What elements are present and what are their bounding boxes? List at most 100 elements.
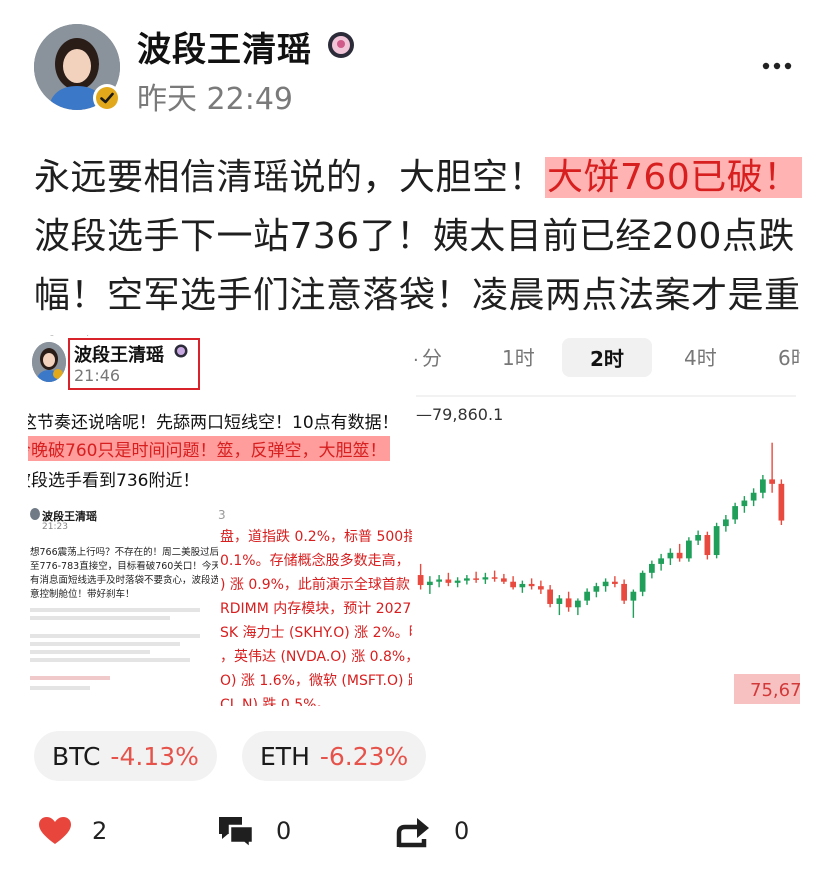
nested-faint-line — [30, 608, 200, 612]
like-button[interactable]: 2 — [38, 808, 107, 854]
news-line: O) 涨 1.6%，微软 (MSFT.O) 跌 0 — [220, 673, 412, 689]
share-icon — [396, 818, 429, 848]
verified-badge-icon — [92, 83, 122, 113]
comment-count: 0 — [276, 817, 292, 845]
nested-line-3: 有消息面短线选手及时落袋不要贪心，波段选 — [30, 575, 221, 586]
candle-body — [741, 500, 748, 507]
nested-faint-line — [30, 642, 180, 646]
post-text-highlight: 大饼760已破！ — [545, 157, 802, 198]
candle-body — [704, 535, 711, 556]
embedded-line-1: 这节奏还说啥呢！先舔两口短线空！10点有数据！ — [28, 413, 399, 433]
candle-body — [713, 526, 720, 556]
heart-icon — [39, 817, 71, 844]
nested-line-2: 至776-783直接空，目标看破760关口！今天 — [30, 561, 221, 572]
embedded-line-3: 波段选手看到736附近！ — [28, 471, 200, 491]
nested-screenshot: 波段王清瑶 21:23 想766震荡上行吗？不存在的！周二美股过后 至776-7… — [28, 500, 221, 700]
nested-faint-line — [30, 650, 150, 654]
candle-body — [676, 552, 683, 559]
price-chart-screenshot: · 分 1时 2时 4时 6时 —79,860.175,67 — [412, 336, 800, 706]
candle-body — [491, 577, 498, 579]
candle-body — [584, 591, 590, 601]
ticker-chip-eth[interactable]: ETH -6.23% — [242, 731, 427, 781]
embedded-avatar — [32, 342, 66, 382]
candle-body — [445, 579, 452, 583]
candle-body — [760, 479, 766, 493]
candle-body — [658, 558, 664, 564]
news-line: 盘，道指跌 0.2%，标普 500指 — [220, 529, 412, 545]
chart-high-label: —79,860.1 — [416, 405, 503, 424]
candle-body — [750, 492, 757, 501]
candle-body — [547, 589, 553, 604]
more-options-icon[interactable] — [757, 52, 797, 80]
nested-avatar-icon — [30, 508, 40, 520]
candle-body — [602, 581, 609, 587]
candle-body — [473, 578, 479, 580]
candle-body — [528, 583, 535, 587]
news-line: ) 涨 0.9%，此前演示全球首款 5 — [220, 577, 412, 593]
news-snippet: 3 盘，道指跌 0.2%，标普 500指 0.1%。存储概念股多数走高， ) 涨… — [218, 504, 412, 706]
candle-body — [565, 598, 572, 608]
nested-time: 21:23 — [42, 522, 68, 532]
candle-body — [427, 581, 433, 586]
share-button[interactable]: 0 — [394, 808, 469, 854]
candle-body — [593, 586, 600, 592]
candle-body — [649, 563, 655, 573]
embedded-time: 21:46 — [74, 366, 121, 385]
author-name[interactable]: 波段王清瑶 — [137, 22, 312, 71]
news-line: SK 海力士 (SKHY.O) 涨 2%。明 — [220, 625, 412, 641]
embedded-screenshot: 波段王清瑶 21:46 这节奏还说啥呢！先舔两口短线空！10点有数据！ 今晚破7… — [28, 336, 412, 706]
share-count: 0 — [454, 817, 470, 845]
candle-body — [732, 506, 738, 520]
comment-icon — [219, 817, 255, 849]
like-count: 2 — [92, 817, 108, 845]
nested-faint-line — [30, 616, 170, 620]
embedded-line-2: 今晚破760只是时间问题！筮，反弹空，大胆筮！ — [28, 436, 391, 461]
news-line: ，英伟达 (NVDA.O) 涨 0.8%，英 — [220, 649, 412, 665]
candle-body — [667, 552, 674, 559]
candle-body — [538, 586, 544, 590]
author-badge-icon — [326, 30, 356, 60]
candle-body — [556, 598, 563, 604]
post-image[interactable]: 波段王清瑶 21:46 这节奏还说啥呢！先舔两口短线空！10点有数据！ 今晚破7… — [28, 336, 800, 706]
news-line: RDIMM 内存模块，预计 2027 年 — [220, 601, 412, 617]
nested-line-1: 想766震荡上行吗？不存在的！周二美股过后 — [30, 547, 220, 558]
ticker-change: -6.23% — [319, 741, 409, 771]
ticker-symbol: ETH — [260, 741, 310, 771]
candle-body — [436, 579, 442, 582]
candle-body — [778, 483, 785, 521]
nested-faint-line — [30, 676, 110, 680]
news-line: CL.N) 跌 0.5%。 — [220, 697, 331, 706]
candlestick-chart: —79,860.1 75,67 — [416, 395, 800, 704]
candle-body — [575, 600, 581, 608]
embedded-author-name: 波段王清瑶 — [74, 345, 164, 366]
nested-faint-line — [30, 658, 190, 662]
news-line: 0.1%。存储概念股多数走高， — [220, 553, 410, 569]
candle-body — [612, 581, 618, 584]
post-text-intro: 永远要相信清瑶说的，大胆空！ — [34, 157, 546, 198]
comment-button[interactable]: 0 — [216, 808, 291, 854]
candle-body — [464, 578, 470, 581]
nested-faint-line — [30, 634, 200, 638]
ticker-change: -4.13% — [110, 741, 199, 771]
post-timestamp: 昨天 22:49 — [137, 82, 293, 117]
news-corner-mark: 3 — [218, 508, 226, 522]
nested-faint-line — [30, 686, 90, 690]
candle-body — [686, 540, 692, 559]
last-price-label: 75,67 — [750, 680, 800, 701]
candle-body — [501, 578, 507, 582]
ticker-chip-btc[interactable]: BTC -4.13% — [34, 731, 217, 781]
candle-body — [630, 591, 637, 601]
ticker-symbol: BTC — [52, 741, 101, 771]
candle-body — [417, 575, 424, 586]
candle-body — [639, 572, 646, 592]
embedded-author-badge-icon — [174, 344, 188, 358]
candle-body — [695, 535, 701, 541]
candle-body — [510, 581, 516, 588]
candle-body — [454, 580, 461, 583]
candle-body — [519, 583, 526, 588]
candle-body — [482, 577, 489, 580]
candle-body — [723, 519, 729, 527]
nested-line-4: 意控制舱位！带好刹车！ — [30, 589, 135, 600]
candle-body — [621, 583, 627, 601]
candle-body — [769, 479, 775, 484]
